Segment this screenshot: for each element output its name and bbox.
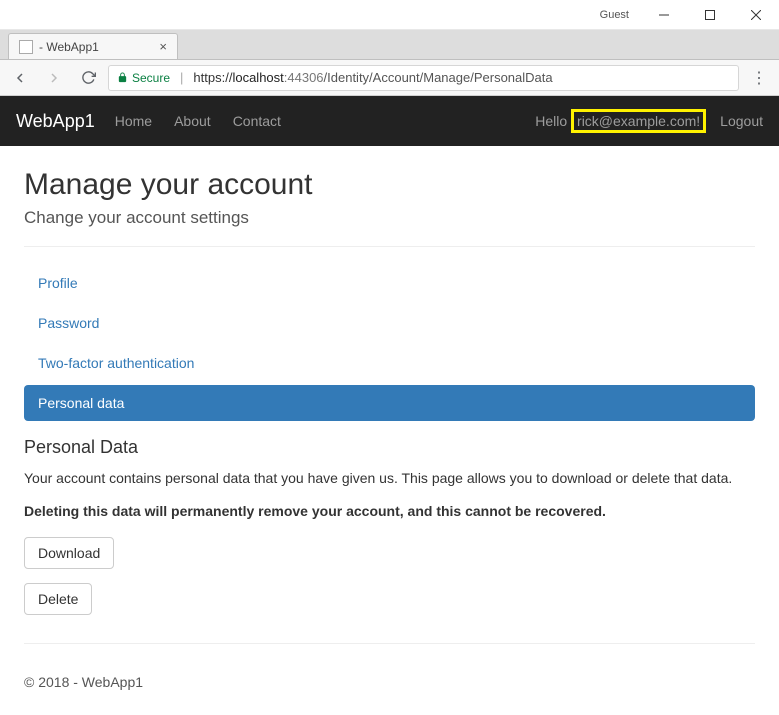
page-icon xyxy=(19,40,33,54)
tab-close-icon[interactable]: × xyxy=(159,39,167,54)
window-maximize-button[interactable] xyxy=(687,0,733,30)
section-title: Personal Data xyxy=(24,437,755,458)
lock-icon xyxy=(117,72,128,83)
browser-tabstrip: - WebApp1 × xyxy=(0,30,779,60)
browser-toolbar: Secure | https://localhost:44306/Identit… xyxy=(0,60,779,96)
download-button[interactable]: Download xyxy=(24,537,114,569)
tab-title: - WebApp1 xyxy=(39,40,153,54)
page-subtitle: Change your account settings xyxy=(24,208,755,228)
window-minimize-button[interactable] xyxy=(641,0,687,30)
logout-link[interactable]: Logout xyxy=(720,113,763,129)
secure-indicator: Secure xyxy=(117,71,170,85)
app-navbar: WebApp1 Home About Contact Hello rick@ex… xyxy=(0,96,779,146)
guest-label: Guest xyxy=(600,9,629,21)
nav-link-home[interactable]: Home xyxy=(115,113,152,129)
secure-label: Secure xyxy=(132,71,170,85)
pill-profile[interactable]: Profile xyxy=(24,265,755,301)
browser-tab[interactable]: - WebApp1 × xyxy=(8,33,178,59)
pill-personal-data[interactable]: Personal data xyxy=(24,385,755,421)
page-title: Manage your account xyxy=(24,168,755,202)
nav-link-contact[interactable]: Contact xyxy=(233,113,281,129)
forward-button[interactable] xyxy=(40,64,68,92)
page-viewport: WebApp1 Home About Contact Hello rick@ex… xyxy=(0,96,779,715)
footer-divider xyxy=(24,643,755,644)
address-bar[interactable]: Secure | https://localhost:44306/Identit… xyxy=(108,65,739,91)
window-close-button[interactable] xyxy=(733,0,779,30)
hello-user: Hello rick@example.com! xyxy=(535,113,706,129)
url-input[interactable]: https://localhost:44306/Identity/Account… xyxy=(193,70,730,85)
brand-link[interactable]: WebApp1 xyxy=(16,111,95,132)
delete-button[interactable]: Delete xyxy=(24,583,92,615)
browser-menu-button[interactable]: ⋮ xyxy=(745,68,773,88)
section-body: Your account contains personal data that… xyxy=(24,468,755,489)
back-button[interactable] xyxy=(6,64,34,92)
main-container: Manage your account Change your account … xyxy=(0,146,779,712)
pill-two-factor[interactable]: Two-factor authentication xyxy=(24,345,755,381)
reload-button[interactable] xyxy=(74,64,102,92)
manage-nav-pills: Profile Password Two-factor authenticati… xyxy=(24,265,755,421)
window-titlebar: Guest xyxy=(0,0,779,30)
user-email-link[interactable]: rick@example.com! xyxy=(571,109,706,133)
divider xyxy=(24,246,755,247)
nav-link-about[interactable]: About xyxy=(174,113,211,129)
section-warning: Deleting this data will permanently remo… xyxy=(24,503,755,519)
footer-text: © 2018 - WebApp1 xyxy=(24,662,755,690)
pill-password[interactable]: Password xyxy=(24,305,755,341)
url-separator: | xyxy=(180,70,183,85)
